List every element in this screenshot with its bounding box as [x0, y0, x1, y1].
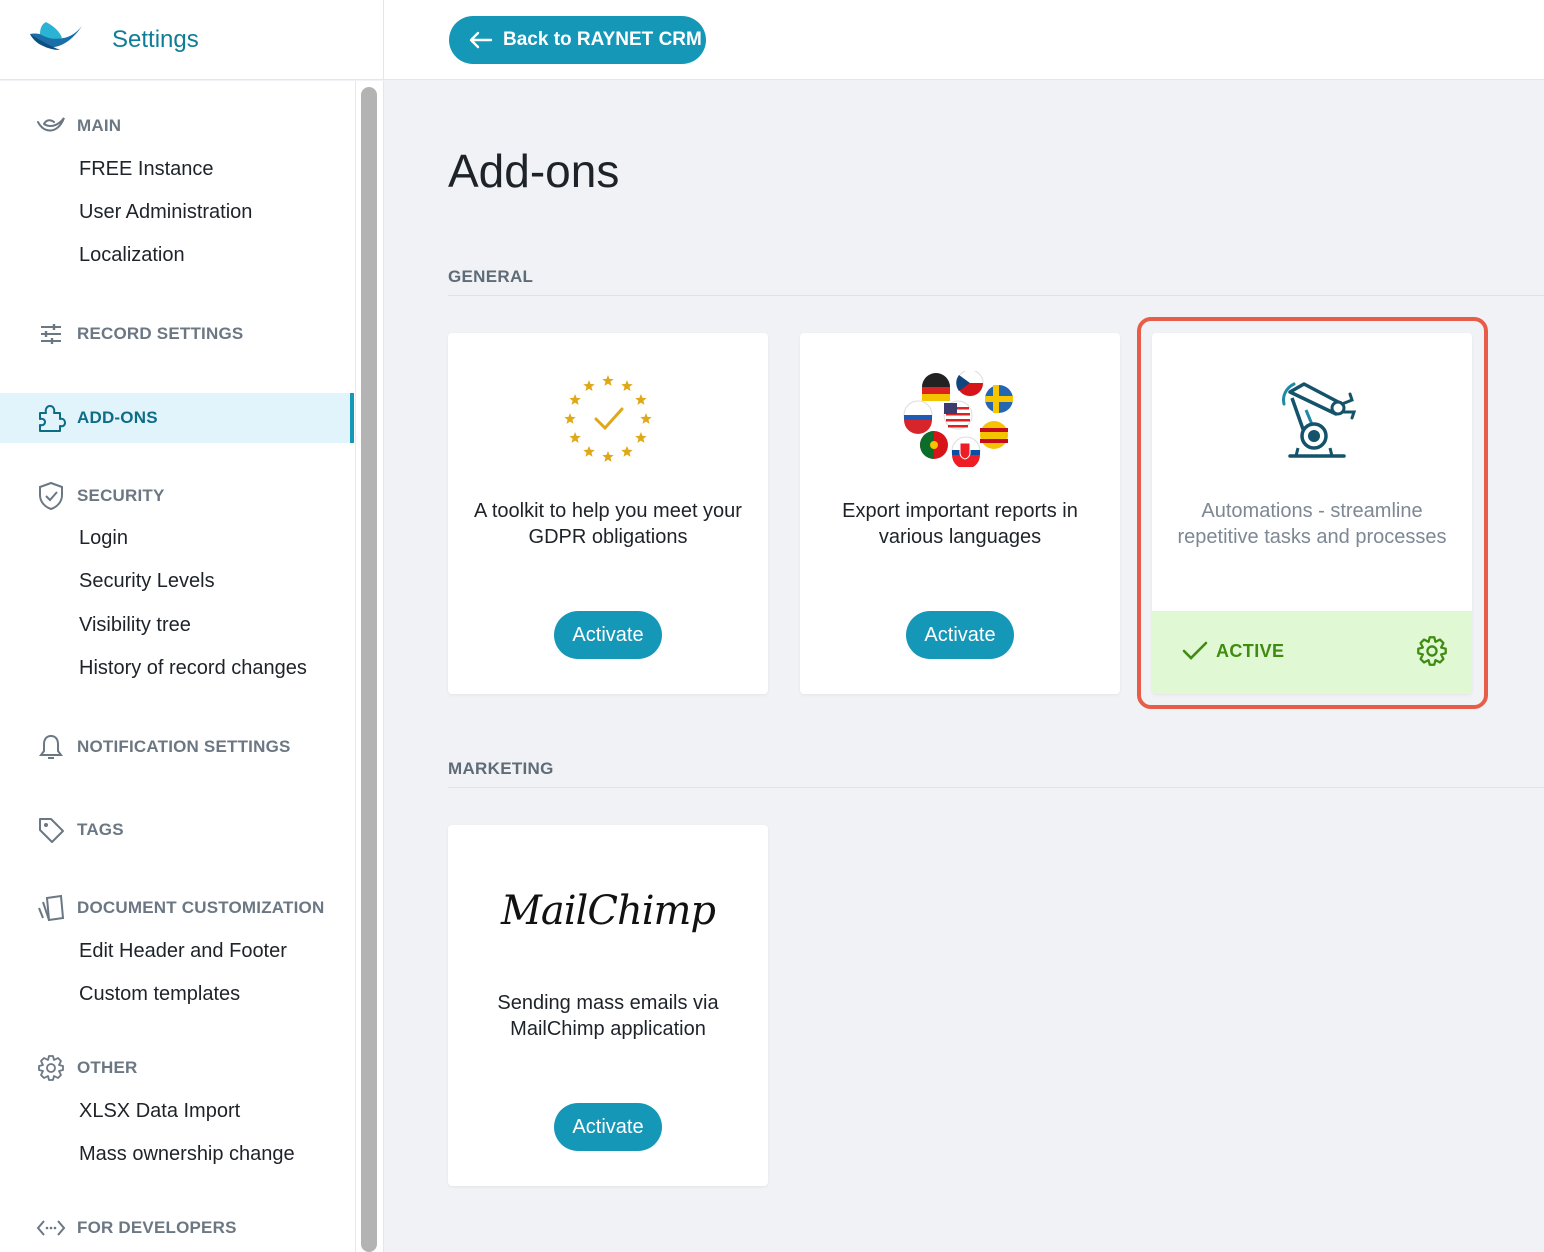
back-button-label: Back to RAYNET CRM — [503, 29, 702, 50]
bird-icon — [36, 112, 66, 140]
language-flags-icon — [800, 369, 1120, 469]
addon-description: Sending mass emails via MailChimp applic… — [497, 992, 719, 1040]
sidebar-section-for-developers[interactable]: FOR DEVELOPERS — [36, 1213, 237, 1243]
puzzle-icon — [36, 404, 66, 432]
star-icon — [635, 394, 647, 405]
sidebar-section-tags[interactable]: TAGS — [36, 815, 124, 845]
star-icon — [635, 432, 647, 443]
star-icon — [583, 380, 595, 391]
activate-button-mailchimp[interactable]: Activate — [554, 1103, 662, 1151]
mailchimp-logo: MailChimp — [448, 861, 768, 961]
sidebar: MAIN FREE Instance User Administration L… — [0, 81, 384, 1252]
addon-description: Export important reports in various lang… — [842, 500, 1078, 548]
sidebar-section-main[interactable]: MAIN — [36, 111, 121, 141]
star-icon — [564, 413, 576, 424]
sidebar-scrollbar[interactable] — [361, 87, 377, 1252]
gdpr-stars-icon — [448, 369, 768, 469]
star-icon — [569, 432, 581, 443]
sidebar-section-addons: ADD-ONS — [36, 403, 158, 433]
sidebar-item-edit-header-footer[interactable]: Edit Header and Footer — [79, 940, 287, 963]
documents-icon — [36, 894, 66, 922]
sliders-icon — [36, 320, 66, 348]
bell-icon — [36, 733, 66, 761]
activate-button-languages[interactable]: Activate — [906, 611, 1014, 659]
sidebar-section-document-customization[interactable]: DOCUMENT CUSTOMIZATION — [36, 893, 324, 923]
page-title: Add-ons — [448, 145, 620, 197]
group-label-general: GENERAL — [448, 267, 534, 286]
group-divider — [448, 295, 1544, 296]
sidebar-section-notification-settings[interactable]: NOTIFICATION SETTINGS — [36, 732, 291, 762]
sidebar-item-xlsx-import[interactable]: XLSX Data Import — [79, 1100, 240, 1123]
addon-description: A toolkit to help you meet your GDPR obl… — [474, 500, 742, 548]
brand-area: Settings — [0, 0, 384, 80]
star-icon — [621, 445, 633, 457]
addon-card-languages[interactable]: Export important reports in various lang… — [800, 333, 1120, 694]
group-divider — [448, 787, 1544, 788]
star-icon — [621, 380, 633, 391]
sidebar-item-free-instance[interactable]: FREE Instance — [79, 158, 214, 181]
arrow-left-icon — [469, 31, 493, 49]
star-icon — [602, 375, 614, 386]
sidebar-item-localization[interactable]: Localization — [79, 244, 185, 267]
star-icon — [569, 394, 581, 405]
sidebar-item-mass-ownership-change[interactable]: Mass ownership change — [79, 1143, 295, 1166]
raynet-logo-icon — [30, 22, 82, 50]
group-label-marketing: MARKETING — [448, 759, 554, 778]
addon-card-gdpr[interactable]: A toolkit to help you meet your GDPR obl… — [448, 333, 768, 694]
tag-icon — [36, 816, 66, 844]
sidebar-item-addons[interactable]: ADD-ONS — [0, 393, 354, 443]
app-title: Settings — [112, 26, 199, 53]
sidebar-item-history-of-record-changes[interactable]: History of record changes — [79, 657, 307, 680]
sidebar-section-security[interactable]: SECURITY — [36, 481, 165, 511]
highlight-frame — [1137, 317, 1488, 709]
addon-card-mailchimp[interactable]: MailChimp Sending mass emails via MailCh… — [448, 825, 768, 1186]
sidebar-item-visibility-tree[interactable]: Visibility tree — [79, 614, 191, 637]
code-icon — [36, 1214, 66, 1242]
sidebar-item-security-levels[interactable]: Security Levels — [79, 570, 215, 593]
sidebar-item-user-administration[interactable]: User Administration — [79, 201, 252, 224]
sidebar-item-custom-templates[interactable]: Custom templates — [79, 983, 240, 1006]
check-icon — [594, 407, 624, 431]
mailchimp-logo-text: MailChimp — [500, 888, 716, 934]
sidebar-section-record-settings[interactable]: RECORD SETTINGS — [36, 319, 243, 349]
star-icon — [602, 451, 614, 462]
shield-check-icon — [36, 481, 66, 511]
star-icon — [640, 413, 652, 424]
sidebar-section-other[interactable]: OTHER — [36, 1053, 138, 1083]
gear-icon — [36, 1054, 66, 1082]
star-icon — [583, 445, 595, 457]
top-bar: Settings Back to RAYNET CRM — [0, 0, 1544, 80]
sidebar-item-login[interactable]: Login — [79, 527, 128, 550]
activate-button-gdpr[interactable]: Activate — [554, 611, 662, 659]
back-to-crm-button[interactable]: Back to RAYNET CRM — [449, 16, 706, 64]
